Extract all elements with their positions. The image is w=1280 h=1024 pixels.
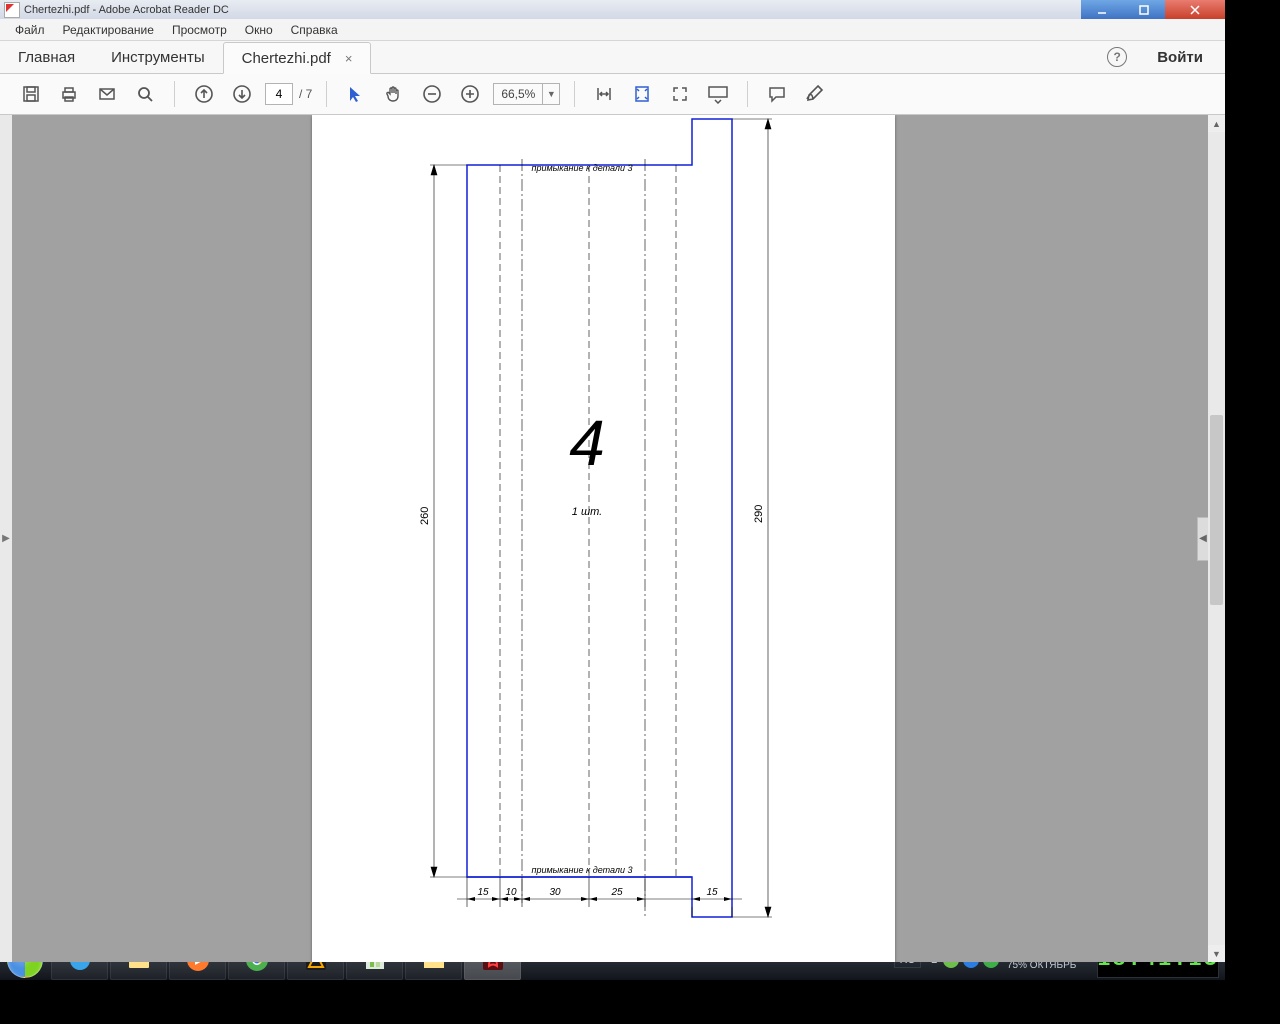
dim-b0: 15 (477, 887, 489, 898)
window-maximize-button[interactable] (1123, 0, 1165, 19)
save-icon[interactable] (19, 82, 43, 106)
login-button[interactable]: Войти (1135, 41, 1225, 73)
menu-window[interactable]: Окно (236, 21, 282, 39)
select-tool-icon[interactable] (344, 82, 368, 106)
tab-tools[interactable]: Инструменты (93, 41, 223, 73)
dim-b3: 25 (610, 887, 623, 898)
search-icon[interactable] (133, 82, 157, 106)
note-bottom: примыкание к детали 3 (532, 865, 633, 875)
window-minimize-button[interactable] (1081, 0, 1123, 19)
fullscreen-icon[interactable] (668, 82, 692, 106)
scroll-up-icon[interactable]: ▲ (1208, 115, 1225, 132)
print-icon[interactable] (57, 82, 81, 106)
zoom-out-icon[interactable] (420, 82, 444, 106)
dim-right-label: 290 (753, 505, 765, 523)
pdf-page: 260 290 примыкание к детали 3 примыкание… (312, 115, 895, 962)
tab-document[interactable]: Chertezhi.pdf × (223, 42, 372, 74)
tab-home[interactable]: Главная (0, 41, 93, 73)
tab-document-label: Chertezhi.pdf (242, 50, 331, 67)
page-down-icon[interactable] (230, 82, 254, 106)
sign-icon[interactable] (803, 82, 827, 106)
comment-icon[interactable] (765, 82, 789, 106)
scroll-down-icon[interactable]: ▼ (1208, 945, 1225, 962)
qty-label: 1 шт. (572, 506, 602, 518)
menubar: Файл Редактирование Просмотр Окно Справк… (0, 19, 1225, 41)
zoom-dropdown[interactable]: 66,5% ▼ (493, 83, 560, 105)
read-mode-icon[interactable] (706, 82, 730, 106)
dim-left-label: 260 (419, 507, 431, 525)
dim-b4: 15 (706, 887, 718, 898)
part-number: 4 (569, 407, 605, 479)
tab-close-icon[interactable]: × (345, 51, 353, 66)
tools-pane-toggle[interactable]: ◀ (1197, 517, 1208, 561)
page-number-input[interactable] (265, 83, 293, 105)
help-button[interactable]: ? (1099, 41, 1135, 73)
chevron-down-icon: ▼ (542, 84, 559, 104)
window-title: Chertezhi.pdf - Adobe Acrobat Reader DC (24, 4, 229, 16)
menu-file[interactable]: Файл (6, 21, 54, 39)
dim-b1: 10 (505, 887, 517, 898)
titlebar: Chertezhi.pdf - Adobe Acrobat Reader DC (0, 0, 1225, 19)
note-top: примыкание к детали 3 (532, 163, 633, 173)
window-close-button[interactable] (1165, 0, 1225, 19)
fit-page-icon[interactable] (630, 82, 654, 106)
dim-b2: 30 (549, 887, 561, 898)
toolbar: / 7 66,5% ▼ (0, 74, 1225, 115)
vertical-scrollbar[interactable]: ▲ ▼ (1208, 115, 1225, 962)
document-viewport[interactable]: 260 290 примыкание к детали 3 примыкание… (12, 115, 1208, 962)
nav-pane-toggle[interactable]: ▶ (0, 115, 12, 962)
mail-icon[interactable] (95, 82, 119, 106)
app-icon (4, 2, 20, 18)
page-indicator: / 7 (265, 83, 312, 105)
zoom-in-icon[interactable] (458, 82, 482, 106)
zoom-value: 66,5% (494, 87, 542, 101)
scroll-thumb[interactable] (1210, 415, 1223, 605)
menu-help[interactable]: Справка (282, 21, 347, 39)
document-tabs: Главная Инструменты Chertezhi.pdf × ? Во… (0, 41, 1225, 74)
menu-edit[interactable]: Редактирование (54, 21, 163, 39)
fit-width-icon[interactable] (592, 82, 616, 106)
page-total-label: / 7 (299, 87, 312, 101)
page-up-icon[interactable] (192, 82, 216, 106)
menu-view[interactable]: Просмотр (163, 21, 236, 39)
hand-tool-icon[interactable] (382, 82, 406, 106)
